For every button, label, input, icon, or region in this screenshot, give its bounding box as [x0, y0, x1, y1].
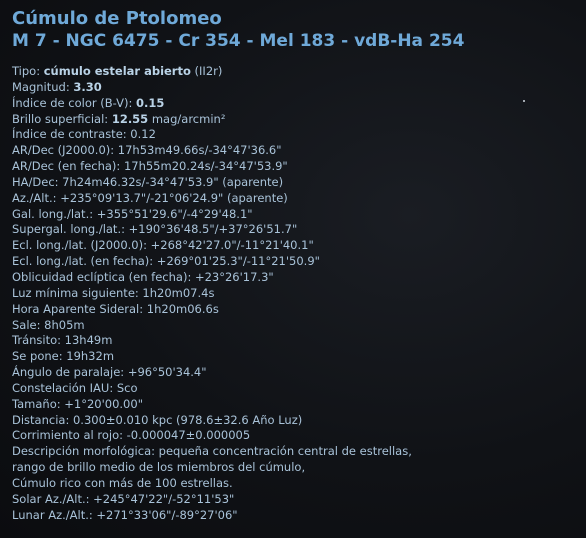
info-type: Tipo: cúmulo estelar abierto (II2r) [12, 64, 582, 80]
info-magnitude-label: Magnitud: [12, 79, 74, 94]
info-type-value: cúmulo estelar abierto [43, 64, 191, 78]
info-color-index-label: Índice de color (B-V): [12, 95, 136, 110]
info-set: Se pone: 19h32m [12, 349, 115, 364]
info-ecliptic-date: Ecl. long./lat. (en fecha): +269°01'25.3… [12, 254, 320, 269]
info-solar-azalt: Solar Az./Alt.: +245°47'22"/-52°11'53" [12, 491, 235, 506]
info-supergalactic: Supergal. long./lat.: +190°36'48.5"/+37°… [12, 222, 298, 237]
info-surface-brightness-label: Brillo superficial: [12, 111, 112, 126]
info-color-index: Índice de color (B-V): 0.15 [12, 96, 582, 112]
info-radec-date: AR/Dec (en fecha): 17h55m20.24s/-34°47'5… [12, 159, 288, 174]
object-designations: M 7 - NGC 6475 - Cr 354 - Mel 183 - vdB-… [12, 31, 465, 51]
info-hadec: HA/Dec: 7h24m46.32s/-34°47'53.9" (aparen… [12, 174, 284, 189]
info-magnitude: Magnitud: 3.30 [12, 80, 582, 96]
info-lunar-azalt: Lunar Az./Alt.: +271°33'06"/-89°27'06" [12, 507, 238, 522]
info-parallactic-angle: Ángulo de paralaje: +96°50'34.4" [12, 365, 207, 380]
info-azalt: Az./Alt.: +235°09'13.7"/-21°06'24.9" (ap… [12, 190, 288, 205]
info-size: Tamaño: +1°20'00.00" [12, 396, 143, 411]
info-list: Tipo: cúmulo estelar abierto (II2r) Magn… [12, 64, 582, 523]
info-surface-brightness-unit: mag/arcmin² [148, 111, 226, 126]
object-name: Cúmulo de Ptolomeo [12, 8, 222, 29]
info-description-line-3: Cúmulo rico con más de 100 estrellas. [12, 475, 233, 490]
info-transit: Tránsito: 13h49m [12, 333, 113, 348]
info-color-index-value: 0.15 [135, 95, 165, 110]
info-surface-brightness: Brillo superficial: 12.55 mag/arcmin² [12, 112, 582, 128]
object-info-panel: Cúmulo de Ptolomeo M 7 - NGC 6475 - Cr 3… [12, 8, 582, 523]
info-type-class: (II2r) [190, 64, 223, 78]
info-radec-j2000: AR/Dec (J2000.0): 17h53m49.66s/-34°47'36… [12, 143, 282, 158]
info-obliquity: Oblicuidad eclíptica (en fecha): +23°26'… [12, 269, 274, 284]
info-description-line-2: rango de brillo medio de los miembros de… [12, 460, 306, 475]
info-redshift: Corrimiento al rojo: -0.000047±0.000005 [12, 428, 251, 443]
info-type-label: Tipo: [12, 64, 44, 78]
info-constellation: Constelación IAU: Sco [12, 380, 138, 395]
info-contrast-index: Índice de contraste: 0.12 [12, 127, 156, 142]
info-distance: Distancia: 0.300±0.010 kpc (978.6±32.6 A… [12, 412, 303, 427]
info-surface-brightness-value: 12.55 [111, 111, 149, 126]
info-galactic: Gal. long./lat.: +355°51'29.6"/-4°29'48.… [12, 206, 253, 221]
info-magnitude-value: 3.30 [73, 79, 102, 94]
info-sidereal-time: Hora Aparente Sideral: 1h20m06.6s [12, 301, 219, 316]
info-rise: Sale: 8h05m [12, 317, 85, 332]
info-description-line-1: Descripción morfológica: pequeña concent… [12, 444, 412, 459]
info-next-minimum: Luz mínima siguiente: 1h20m07.4s [12, 285, 215, 300]
info-ecliptic-j2000: Ecl. long./lat. (J2000.0): +268°42'27.0"… [12, 238, 314, 253]
